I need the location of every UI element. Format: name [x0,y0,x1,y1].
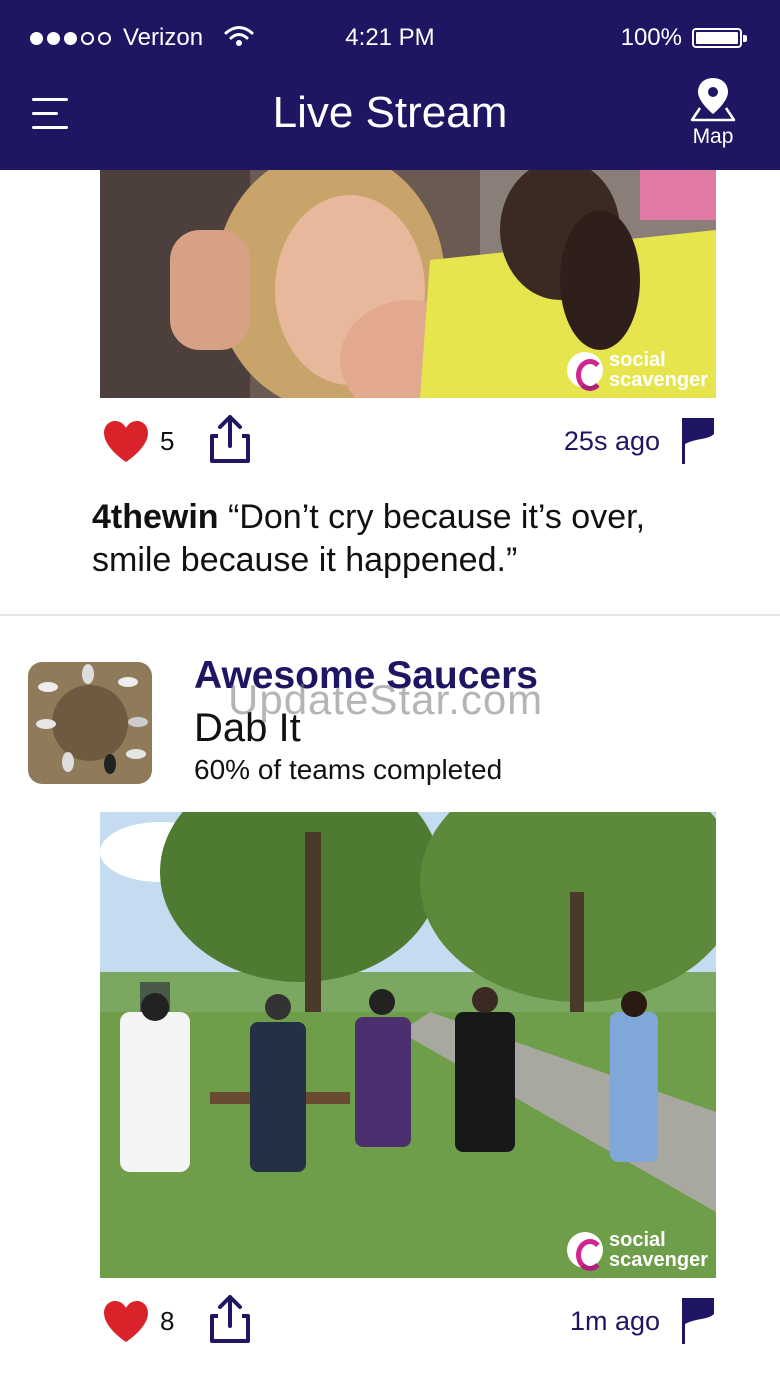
map-label: Map [692,125,734,148]
share-icon[interactable] [208,414,252,464]
post-photo[interactable]: social scavenger [100,170,716,398]
team-name[interactable]: 4thewin [92,498,219,536]
feet-circle-photo [28,662,152,784]
post-divider [0,614,780,616]
watermark-line1: social [609,349,666,371]
post-actions: 5 25s ago [0,412,780,472]
site-watermark: UpdateStar.com [228,676,544,723]
like-count: 5 [160,426,175,456]
battery-percent: 100% [620,24,682,51]
dab-group-photo [100,812,716,1278]
flag-icon[interactable] [680,1296,716,1346]
watermark-line2: scavenger [609,369,708,391]
share-icon[interactable] [208,1294,252,1344]
post-time: 25s ago [563,426,660,456]
map-pin-icon [690,78,736,122]
flag-icon[interactable] [680,416,716,466]
page-title: Live Stream [272,88,508,137]
challenge-thumbnail[interactable] [28,662,152,784]
heart-icon[interactable] [102,420,150,464]
post-time: 1m ago [569,1306,660,1336]
app-header: Verizon 4:21 PM 100% Live Stream Map [0,0,780,170]
post-photo[interactable]: social scavenger [100,812,716,1278]
post-actions: 8 1m ago [0,1292,780,1352]
heart-icon[interactable] [102,1300,150,1344]
map-button[interactable]: Map [686,76,740,148]
social-scavenger-watermark: social scavenger [567,349,708,391]
status-bar: Verizon 4:21 PM 100% [0,0,780,72]
like-count: 8 [160,1306,175,1336]
challenge-progress: 60% of teams completed [194,754,503,785]
social-scavenger-logo-icon [567,1232,605,1271]
post-caption: 4thewin “Don’t cry because it’s over, sm… [92,496,732,582]
social-scavenger-watermark: social scavenger [567,1229,708,1271]
watermark-line1: social [609,1229,666,1251]
battery-icon [692,28,747,48]
watermark-line2: scavenger [609,1249,708,1271]
social-scavenger-logo-icon [567,352,605,391]
